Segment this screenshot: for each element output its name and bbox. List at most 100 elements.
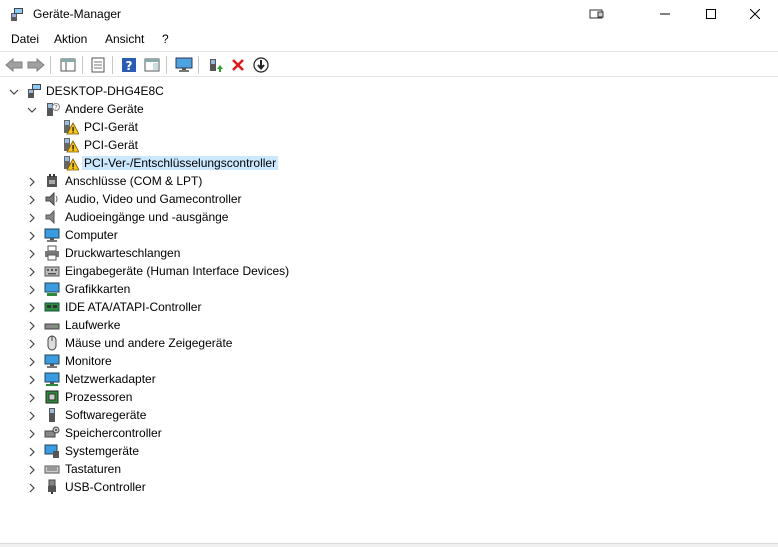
category-anschluesse[interactable]: Anschlüsse (COM & LPT)	[63, 174, 204, 188]
warning-device-icon	[64, 120, 79, 135]
speaker-icon	[45, 209, 55, 225]
category-netzwerkadapter[interactable]: Netzwerkadapter	[63, 372, 158, 386]
category-computer[interactable]: Computer	[63, 228, 120, 242]
unknown-device-icon: ?	[47, 103, 60, 116]
display-adapter-icon	[44, 282, 60, 296]
category-maeuse[interactable]: Mäuse und andere Zeigegeräte	[63, 336, 234, 350]
category-usb-controller[interactable]: USB-Controller	[63, 480, 148, 494]
update-driver-button[interactable]	[205, 55, 225, 75]
drive-icon	[44, 323, 60, 330]
chevron-down-icon	[9, 89, 19, 95]
show-hide-console-tree-button[interactable]	[58, 55, 78, 75]
category-ide-ata[interactable]: IDE ATA/ATAPI-Controller	[63, 300, 203, 314]
tree-root-label[interactable]: DESKTOP-DHG4E8C	[44, 84, 166, 98]
category-softwaregeraete[interactable]: Softwaregeräte	[63, 408, 148, 422]
expander-category[interactable]	[26, 353, 38, 371]
expander-category[interactable]	[26, 425, 38, 443]
minimize-button[interactable]	[642, 0, 688, 28]
category-audioeingaenge[interactable]: Audioeingänge und -ausgänge	[63, 210, 230, 224]
expander-category[interactable]	[26, 227, 38, 245]
maximize-icon	[706, 9, 716, 19]
expander-category[interactable]	[26, 263, 38, 281]
back-arrow-icon	[5, 58, 23, 72]
printer-icon	[45, 245, 59, 261]
category-speichercontroller[interactable]: Speichercontroller	[63, 426, 164, 440]
category-grafikkarten[interactable]: Grafikkarten	[63, 282, 132, 296]
port-icon	[47, 174, 57, 187]
chevron-right-icon	[29, 339, 35, 349]
menu-aktion[interactable]: Aktion	[54, 32, 87, 46]
expander-category[interactable]	[26, 173, 38, 191]
window-title: Geräte-Manager	[33, 7, 122, 21]
scan-hardware-button[interactable]	[174, 55, 194, 75]
forward-button[interactable]	[26, 55, 46, 75]
device-pci-encryption-controller[interactable]: PCI-Ver-/Entschlüsselungscontroller	[82, 156, 279, 170]
expander-category[interactable]	[26, 191, 38, 209]
processor-icon	[45, 390, 59, 404]
category-monitore[interactable]: Monitore	[63, 354, 114, 368]
expander-category[interactable]	[26, 335, 38, 353]
svg-text:?: ?	[126, 59, 133, 73]
category-andere-geraete[interactable]: Andere Geräte	[63, 102, 146, 116]
update-driver-icon	[210, 59, 223, 72]
menu-bar: Datei Aktion Ansicht ?	[0, 28, 778, 50]
toolbar: ?	[0, 51, 778, 77]
device-pci-geraet-1[interactable]: PCI-Gerät	[82, 120, 140, 134]
console-tree-icon	[60, 58, 76, 72]
category-druckwarteschlangen[interactable]: Druckwarteschlangen	[63, 246, 182, 260]
device-manager-icon	[11, 8, 23, 21]
chevron-right-icon	[29, 393, 35, 403]
menu-datei[interactable]: Datei	[11, 32, 39, 46]
expander-category[interactable]	[26, 299, 38, 317]
category-prozessoren[interactable]: Prozessoren	[63, 390, 134, 404]
expander-category[interactable]	[26, 281, 38, 299]
expander-category[interactable]	[26, 443, 38, 461]
device-pci-geraet-2[interactable]: PCI-Gerät	[82, 138, 140, 152]
expander-category[interactable]	[26, 479, 38, 497]
device-tree: DESKTOP-DHG4E8C ? Andere Geräte PCI-Gerä…	[0, 80, 778, 542]
warning-device-icon	[64, 156, 79, 171]
expander-category[interactable]	[26, 245, 38, 263]
expander-category[interactable]	[26, 209, 38, 227]
network-adapter-icon	[44, 372, 60, 386]
chevron-right-icon	[29, 375, 35, 385]
category-eingabegeraete[interactable]: Eingabegeräte (Human Interface Devices)	[63, 264, 291, 278]
menu-help[interactable]: ?	[162, 32, 169, 46]
close-button[interactable]	[732, 0, 778, 28]
expander-category[interactable]	[26, 407, 38, 425]
category-tastaturen[interactable]: Tastaturen	[63, 462, 123, 476]
chevron-right-icon	[29, 267, 35, 277]
help-icon: ?	[122, 58, 136, 73]
chevron-right-icon	[29, 213, 35, 223]
status-bar	[0, 543, 778, 547]
category-systemgeraete[interactable]: Systemgeräte	[63, 444, 141, 458]
disable-device-button[interactable]	[251, 55, 271, 75]
expander-category[interactable]	[26, 389, 38, 407]
expander-root[interactable]	[8, 83, 20, 101]
maximize-button[interactable]	[688, 0, 734, 28]
chevron-right-icon	[29, 483, 35, 493]
expander-andere-geraete[interactable]	[26, 101, 38, 119]
category-audio-video[interactable]: Audio, Video und Gamecontroller	[63, 192, 244, 206]
category-laufwerke[interactable]: Laufwerke	[63, 318, 122, 332]
action-pane-button[interactable]	[142, 55, 162, 75]
help-button[interactable]: ?	[119, 55, 139, 75]
menu-ansicht[interactable]: Ansicht	[105, 32, 144, 46]
chevron-right-icon	[29, 285, 35, 295]
chevron-right-icon	[29, 411, 35, 421]
chevron-right-icon	[29, 447, 35, 457]
expander-category[interactable]	[26, 461, 38, 479]
back-button[interactable]	[4, 55, 24, 75]
toolbar-separator	[166, 56, 167, 74]
chevron-down-icon	[27, 107, 37, 113]
svg-text:?: ?	[54, 105, 57, 112]
expander-category[interactable]	[26, 371, 38, 389]
uninstall-device-button[interactable]	[228, 55, 248, 75]
expander-category[interactable]	[26, 317, 38, 335]
system-device-icon	[44, 444, 59, 458]
action-pane-icon	[144, 58, 160, 72]
tablet-mode-button[interactable]	[574, 0, 620, 28]
properties-button[interactable]	[88, 55, 108, 75]
computer-tower-icon	[28, 84, 41, 98]
keyboard-icon	[44, 465, 60, 474]
